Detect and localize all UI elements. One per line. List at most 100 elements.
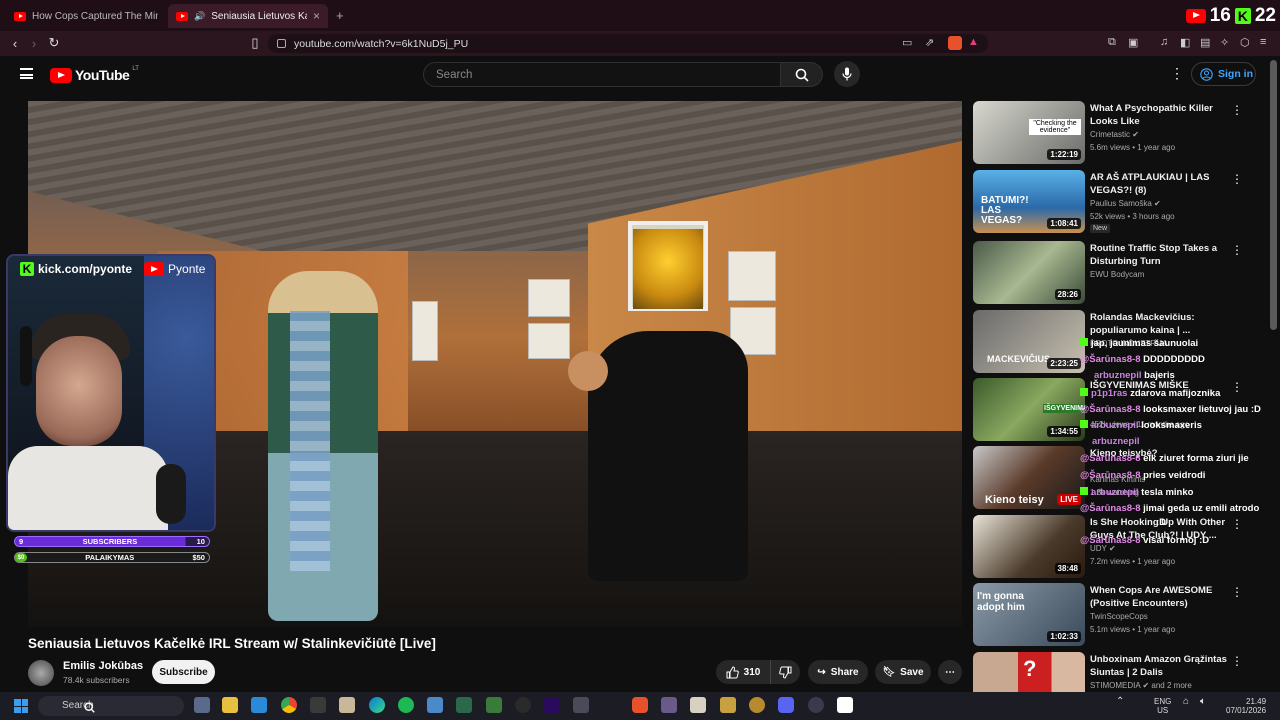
menu-icon[interactable]: ≡ xyxy=(1260,36,1266,50)
brave-icon[interactable] xyxy=(632,697,648,713)
recommendation-channel[interactable]: Paulius Samoška ✔︎ xyxy=(1090,199,1161,208)
reload-icon[interactable]: ↻ xyxy=(47,35,61,50)
chrome-icon[interactable] xyxy=(281,697,297,713)
vpn-icon[interactable]: ⬡ xyxy=(1240,36,1250,50)
recommendation-title[interactable]: Routine Traffic Stop Takes a Disturbing … xyxy=(1090,242,1240,268)
windows-start-icon[interactable] xyxy=(14,699,28,713)
recommendation-item[interactable]: BATUMI?! LAS VEGAS? 1:08:41 AR AŠ ATPLAU… xyxy=(973,170,1268,234)
recommendation-item[interactable]: "Checking the evidence" 1:22:19 What A P… xyxy=(973,101,1268,165)
wallet-icon[interactable]: ▤ xyxy=(1200,36,1210,50)
recommendation-channel[interactable]: TwinScopeCops xyxy=(1090,612,1148,621)
item-menu-icon[interactable]: ⋮ xyxy=(1231,654,1243,668)
app-icon[interactable] xyxy=(661,697,677,713)
clock[interactable]: 21.49 07/01/2026 xyxy=(1226,697,1266,715)
video-thumbnail[interactable]: 38:48 xyxy=(973,515,1085,578)
spotify-icon[interactable] xyxy=(398,697,414,713)
obs-icon[interactable] xyxy=(515,697,531,713)
extensions-icon[interactable]: ⧉ xyxy=(1108,36,1116,50)
ai-icon[interactable]: ✧ xyxy=(1220,36,1229,50)
more-actions-button[interactable]: ⋯ xyxy=(938,660,962,684)
page-scrollbar[interactable] xyxy=(1268,56,1280,692)
share-button[interactable]: ↪ Share xyxy=(808,660,868,684)
video-thumbnail[interactable]: IŠGYVENIMAS 1:34:55 xyxy=(973,378,1085,441)
recommendation-item[interactable]: 28:26 Routine Traffic Stop Takes a Distu… xyxy=(973,241,1268,305)
video-thumbnail[interactable]: BATUMI?! LAS VEGAS? 1:08:41 xyxy=(973,170,1085,233)
brave-shield-icon[interactable] xyxy=(948,36,962,50)
recommendation-channel[interactable]: STIMOMEDIA ✔︎ and 2 more xyxy=(1090,681,1192,690)
bookmark-icon[interactable]: ▯ xyxy=(248,35,262,50)
app-icon[interactable] xyxy=(749,697,765,713)
save-button[interactable]: 🔖︎ Save xyxy=(875,660,931,684)
video-thumbnail[interactable]: ? xyxy=(973,652,1085,692)
sidebar-icon[interactable]: ◧ xyxy=(1180,36,1190,50)
rewards-icon[interactable]: ▲ xyxy=(968,36,979,50)
like-button[interactable]: 310 xyxy=(716,660,770,684)
new-tab-button[interactable]: + xyxy=(336,8,344,23)
recommendation-channel[interactable]: Crimetastic ✔︎ xyxy=(1090,130,1139,139)
recommendation-item[interactable]: I'm gonna adopt him 1:02:33 When Cops Ar… xyxy=(973,583,1268,647)
subscribe-button[interactable]: Subscribe xyxy=(152,660,215,684)
app-icon[interactable] xyxy=(573,697,589,713)
screenshot-icon[interactable]: ▣ xyxy=(1128,36,1138,50)
guide-menu-icon[interactable] xyxy=(20,68,33,79)
browser-tab[interactable]: How Cops Captured The Minnesota I xyxy=(6,4,166,28)
edge-icon[interactable] xyxy=(369,697,385,713)
language-indicator[interactable]: ENG US xyxy=(1154,697,1171,715)
volume-icon[interactable]: 🔈︎ xyxy=(1200,697,1206,707)
settings-more-icon[interactable]: ⋮ xyxy=(1170,66,1184,80)
recommendation-title[interactable]: Rolandas Mackevičius: populiarumo kaina … xyxy=(1090,311,1240,337)
steam-icon[interactable] xyxy=(808,697,824,713)
tray-overflow-icon[interactable]: ⌃ xyxy=(1116,697,1124,707)
item-menu-icon[interactable]: ⋮ xyxy=(1231,243,1243,257)
app-icon[interactable] xyxy=(310,697,326,713)
item-menu-icon[interactable]: ⋮ xyxy=(1231,585,1243,599)
recommendation-title[interactable]: Unboxinam Amazon Grąžintas Siuntas | 2 D… xyxy=(1090,653,1240,679)
video-thumbnail[interactable]: "Checking the evidence" 1:22:19 xyxy=(973,101,1085,164)
app-icon[interactable] xyxy=(486,697,502,713)
sign-in-button[interactable]: Sign in xyxy=(1191,62,1256,86)
channel-name[interactable]: Emilis Jokūbas xyxy=(63,660,143,672)
app-icon[interactable] xyxy=(837,697,853,713)
dislike-button[interactable] xyxy=(770,660,800,684)
taskbar-search[interactable]: Search xyxy=(38,696,184,716)
back-icon[interactable]: ‹ xyxy=(8,36,22,51)
youtube-logo[interactable]: YouTube LT xyxy=(50,66,139,83)
forward-icon[interactable]: › xyxy=(27,36,41,51)
voice-search-button[interactable] xyxy=(834,61,860,87)
site-info-icon[interactable] xyxy=(277,39,286,48)
recommendation-title[interactable]: AR AŠ ATPLAUKIAU | LAS VEGAS?! (8) xyxy=(1090,171,1240,197)
network-icon[interactable]: ⌂ xyxy=(1183,697,1189,707)
recommendation-title[interactable]: When Cops Are AWESOME (Positive Encounte… xyxy=(1090,584,1240,610)
app-icon[interactable] xyxy=(339,697,355,713)
search-button[interactable] xyxy=(781,62,823,87)
video-thumbnail[interactable]: I'm gonna adopt him 1:02:33 xyxy=(973,583,1085,646)
recommendation-channel[interactable]: EWU Bodycam xyxy=(1090,270,1144,279)
item-menu-icon[interactable]: ⋮ xyxy=(1231,172,1243,186)
app-icon[interactable] xyxy=(690,697,706,713)
search-input[interactable]: Search xyxy=(423,62,781,87)
discord-icon[interactable] xyxy=(778,697,794,713)
browser-tab-active[interactable]: 🔊 Seniausia Lietuvos Kačelkė IRL × xyxy=(168,4,328,28)
item-menu-icon[interactable]: ⋮ xyxy=(1231,103,1243,117)
cast-icon[interactable]: ▭ xyxy=(902,36,912,50)
close-tab-icon[interactable]: × xyxy=(313,9,320,23)
app-icon[interactable] xyxy=(456,697,472,713)
task-view-icon[interactable] xyxy=(194,697,210,713)
premiere-icon[interactable] xyxy=(544,697,560,713)
recommendation-item[interactable]: ? Unboxinam Amazon Grąžintas Siuntas | 2… xyxy=(973,652,1268,692)
scrollbar-thumb[interactable] xyxy=(1270,60,1277,330)
save-playlist-icon: 🔖︎ xyxy=(882,666,896,678)
media-icon[interactable]: ♫ xyxy=(1160,36,1168,50)
recommendation-title[interactable]: What A Psychopathic Killer Looks Like xyxy=(1090,102,1240,128)
video-thumbnail[interactable]: Kieno teisy LIVE xyxy=(973,446,1085,509)
file-explorer-icon[interactable] xyxy=(222,697,238,713)
address-bar[interactable]: youtube.com/watch?v=6k1NuD5j_PU xyxy=(268,34,988,53)
photos-icon[interactable] xyxy=(427,697,443,713)
share-page-icon[interactable]: ⇗ xyxy=(925,36,934,50)
store-icon[interactable] xyxy=(251,697,267,713)
channel-avatar[interactable] xyxy=(28,660,54,686)
video-thumbnail[interactable]: MACKEVIČIUS 2:23:25 xyxy=(973,310,1085,373)
speaker-icon: 🔊 xyxy=(194,10,206,21)
app-icon[interactable] xyxy=(720,697,736,713)
video-thumbnail[interactable]: 28:26 xyxy=(973,241,1085,304)
